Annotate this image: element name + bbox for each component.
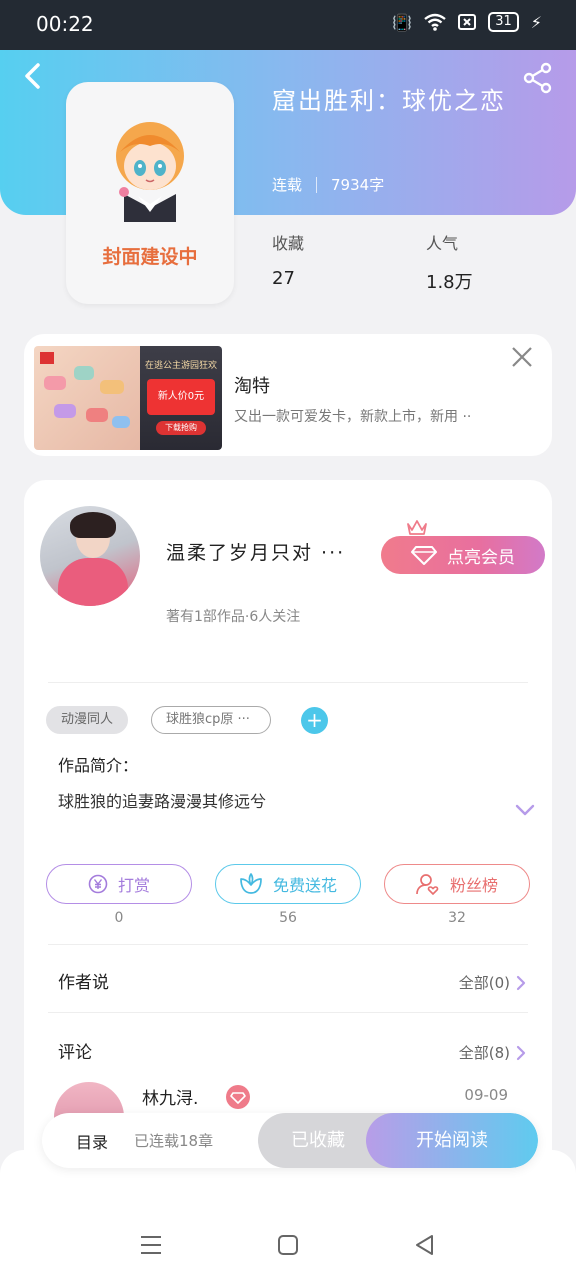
yuan-coin-icon (88, 874, 108, 894)
reward-count: 0 (114, 910, 124, 926)
comments-count: 全部(8) (458, 1044, 510, 1062)
stat-value: 27 (272, 268, 295, 289)
tag-category[interactable]: 动漫同人 (46, 706, 129, 734)
send-flower-button[interactable]: 免费送花 (215, 864, 361, 904)
tag-custom[interactable]: 球胜狼cp原 ··· (151, 706, 271, 734)
ad-image-top-text: 在逃公主游园狂欢 (144, 361, 217, 371)
author-info: 著有1部作品·6人关注 (166, 609, 301, 625)
stat-value: 1.8万 (426, 272, 473, 293)
fans-ranking-label: 粉丝榜 (449, 876, 498, 895)
commenter-name[interactable]: 林九浔. (142, 1084, 198, 1109)
comments-more-link[interactable]: 全部(8) (459, 1042, 526, 1063)
ad-product-photo (34, 346, 140, 450)
book-cover[interactable]: 封面建设中 (66, 82, 234, 304)
back-triangle-icon[interactable] (412, 1232, 438, 1258)
book-detail-card: 温柔了岁月只对 ··· 点亮会员 著有1部作品·6人关注 动漫同人 球胜狼cp原… (24, 480, 552, 1180)
stat-label: 人气 (426, 234, 459, 253)
flower-icon (240, 873, 262, 894)
toc-status: 已连载18章 (134, 1132, 214, 1150)
toc-button[interactable]: 目录 (76, 1129, 108, 1153)
fans-count: 32 (448, 910, 466, 926)
home-square-icon[interactable] (275, 1232, 301, 1258)
vip-diamond-badge (226, 1085, 250, 1109)
chevron-right-icon (516, 975, 526, 990)
divider (48, 682, 528, 683)
meta-divider (316, 176, 318, 193)
intro-label: 作品简介： (58, 756, 139, 775)
diamond-icon (230, 1092, 246, 1104)
menu-icon[interactable] (138, 1232, 164, 1258)
vibrate-icon: 📳 (392, 12, 413, 32)
comment-date: 09-09 (464, 1086, 508, 1104)
back-arrow-icon (25, 63, 40, 89)
hair-clips-illustration (40, 352, 130, 428)
ad-promo-panel: 在逃公主游园狂欢 新人价0元 下载抢购 (140, 346, 222, 450)
cover-placeholder-text: 封面建设中 (102, 246, 198, 268)
divider (48, 944, 528, 945)
stat-favorites: 收藏 27 (272, 230, 304, 289)
ad-image: 在逃公主游园狂欢 新人价0元 下载抢购 (34, 346, 222, 450)
reward-label: 打赏 (117, 876, 150, 895)
ad-image-badge: 新人价0元 (147, 379, 215, 415)
author-says-count: 全部(0) (458, 974, 510, 992)
author-says-title: 作者说 (58, 973, 109, 993)
author-avatar[interactable] (40, 506, 140, 606)
divider (48, 1012, 528, 1013)
word-count: 7934字 (331, 176, 385, 194)
book-status: 连载 (272, 176, 303, 194)
stat-popularity: 人气 1.8万 (426, 230, 473, 294)
fans-ranking-button[interactable]: 粉丝榜 (384, 864, 530, 904)
chevron-down-icon[interactable] (514, 802, 536, 818)
start-reading-button[interactable]: 开始阅读 (366, 1113, 538, 1168)
book-meta: 连载 7934字 (272, 174, 384, 195)
system-nav-bar (0, 1210, 576, 1280)
intro-text: 球胜狼的追妻路漫漫其修远兮 (58, 792, 267, 811)
ad-image-button: 下载抢购 (156, 421, 206, 435)
sim-icon (458, 14, 477, 30)
chevron-right-icon (516, 1045, 526, 1060)
back-button[interactable] (22, 62, 52, 92)
reward-button[interactable]: 打赏 (46, 864, 192, 904)
add-tag-button[interactable]: + (301, 707, 328, 734)
fan-user-icon (416, 874, 439, 895)
ad-banner[interactable]: 在逃公主游园狂欢 新人价0元 下载抢购 淘特 又出一款可爱发卡，新款上市，新用 … (24, 334, 552, 456)
book-title: 窟出胜利：球优之恋 (272, 87, 506, 115)
status-time: 00:22 (36, 12, 94, 36)
ad-description: 又出一款可爱发卡，新款上市，新用 ·· (234, 409, 472, 425)
wifi-icon (424, 13, 446, 31)
comments-title: 评论 (58, 1043, 92, 1063)
close-icon (512, 347, 532, 367)
vip-button-label: 点亮会员 (447, 547, 515, 568)
status-icons: 📳 31 ⚡ (392, 12, 542, 32)
flower-count: 56 (279, 910, 297, 926)
crown-icon (407, 520, 427, 535)
collected-label: 已收藏 (291, 1130, 345, 1151)
vip-button[interactable]: 点亮会员 (381, 536, 545, 574)
ad-close-button[interactable] (510, 346, 534, 370)
author-says-more-link[interactable]: 全部(0) (459, 972, 526, 993)
battery-indicator: 31 (488, 12, 519, 32)
diamond-icon (411, 546, 437, 565)
cover-illustration (116, 122, 184, 222)
ad-title: 淘特 (234, 376, 270, 397)
bottom-action-bar: 目录 已连载18章 已收藏 开始阅读 (42, 1113, 538, 1168)
send-flower-label: 免费送花 (272, 876, 337, 895)
status-bar: 00:22 📳 31 ⚡ (0, 0, 576, 50)
charging-icon: ⚡ (530, 12, 542, 32)
author-name[interactable]: 温柔了岁月只对 ··· (166, 538, 345, 565)
plus-icon: + (306, 708, 323, 732)
stat-label: 收藏 (272, 234, 305, 253)
